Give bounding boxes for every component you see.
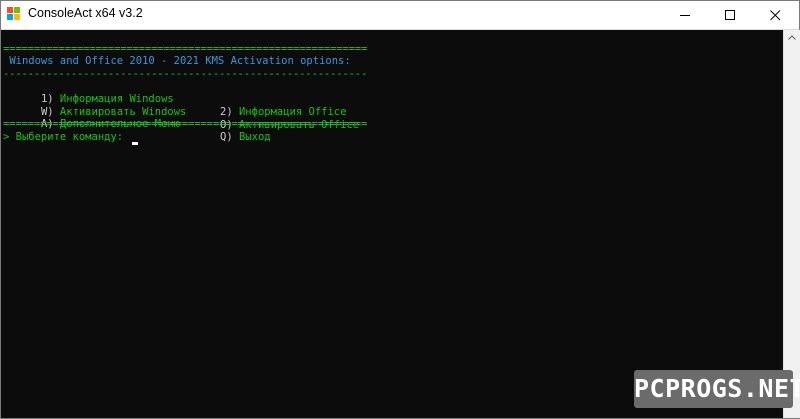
maximize-button[interactable] [708, 1, 753, 29]
text-cursor [132, 142, 138, 145]
close-button[interactable] [753, 1, 798, 29]
separator-line: ========================================… [3, 118, 368, 130]
minimize-button[interactable] [663, 1, 708, 29]
maximize-icon [725, 10, 735, 20]
minimize-icon [680, 15, 690, 16]
chevron-up-icon [788, 35, 796, 40]
window-title: ConsoleAct x64 v3.2 [28, 6, 143, 20]
console-window: ConsoleAct x64 v3.2 ====================… [0, 0, 800, 419]
close-icon [770, 10, 781, 21]
option-key: 2) [220, 106, 233, 118]
option-key: Q) [220, 131, 233, 143]
command-prompt[interactable]: > Выберите команду: [3, 131, 129, 144]
title-bar[interactable]: ConsoleAct x64 v3.2 [1, 1, 799, 30]
watermark-badge: PCPROGS.NET [634, 370, 800, 408]
option-label: Информация Office [238, 106, 347, 118]
scroll-up-button[interactable] [784, 30, 800, 46]
console-heading: Windows and Office 2010 - 2021 KMS Activ… [3, 55, 351, 67]
windows-logo-icon [7, 7, 21, 21]
console-output[interactable]: ========================================… [1, 30, 783, 418]
option-label: Выход [238, 131, 271, 143]
vertical-scrollbar[interactable] [783, 30, 800, 418]
